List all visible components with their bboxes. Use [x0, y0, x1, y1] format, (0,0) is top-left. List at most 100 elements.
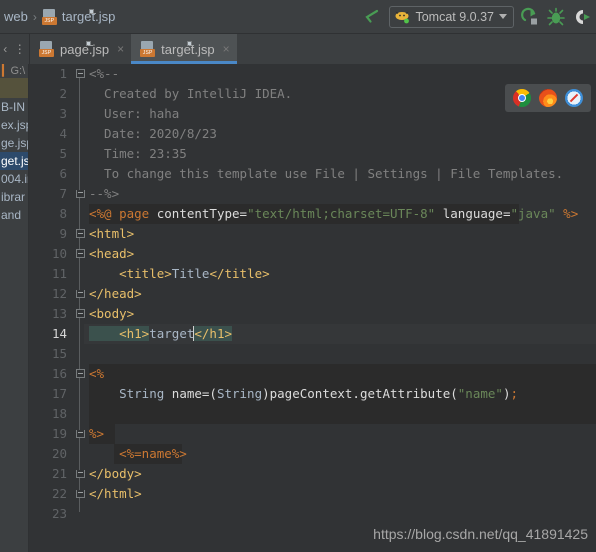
code-line[interactable]: 20 <%=name%>: [29, 444, 596, 464]
code-line[interactable]: 7 --%>: [29, 184, 596, 204]
code-line[interactable]: 12 </head>: [29, 284, 596, 304]
project-tree-item[interactable]: ibrar: [0, 188, 28, 206]
close-icon[interactable]: ×: [223, 43, 230, 55]
code-token: "name": [457, 386, 503, 401]
tab-page-jsp[interactable]: JSP page.jsp ×: [30, 34, 131, 64]
fold-collapse-icon[interactable]: [76, 369, 85, 378]
fold-end-icon[interactable]: [76, 470, 85, 478]
code-line[interactable]: 21 </body>: [29, 464, 596, 484]
code-token: <head>: [89, 246, 135, 261]
line-number: 1: [59, 66, 67, 81]
project-tree-item[interactable]: and: [0, 206, 28, 224]
code-token: </h1>: [194, 326, 233, 341]
editor-tabs: ‹ ⋮ JSP page.jsp × JSP target.jsp ×: [0, 34, 596, 64]
line-number: 23: [51, 506, 67, 521]
editor-lines[interactable]: 1 <%-- 2 Created by IntelliJ IDEA. 3 User: …: [29, 64, 596, 552]
code-editor[interactable]: 1 <%-- 2 Created by IntelliJ IDEA. 3 User: …: [29, 64, 596, 552]
code-text: %>: [89, 424, 104, 444]
code-token: contentType=: [149, 206, 248, 221]
open-in-safari-icon[interactable]: [565, 89, 583, 107]
fold-end-icon[interactable]: [76, 490, 85, 498]
code-line[interactable]: 14 <h1>target</h1>: [29, 324, 596, 344]
project-tree-item[interactable]: ex.jsp: [0, 116, 28, 134]
breadcrumb[interactable]: web › JSP target.jsp: [0, 0, 115, 33]
code-line[interactable]: 17 String name=(String)pageContext.getAt…: [29, 384, 596, 404]
code-token: "text/html;charset=UTF-8": [247, 206, 436, 221]
breadcrumb-project[interactable]: web: [4, 9, 28, 24]
line-number: 10: [51, 246, 67, 261]
debug-button[interactable]: [546, 7, 566, 27]
code-line[interactable]: 16 <%: [29, 364, 596, 384]
code-line[interactable]: 6 To change this template use File | Set…: [29, 164, 596, 184]
breadcrumb-separator: ›: [32, 9, 37, 24]
code-line[interactable]: 18: [29, 404, 596, 424]
tree-highlight-row: [0, 78, 28, 98]
run-with-coverage-button[interactable]: [572, 7, 592, 27]
tab-target-jsp[interactable]: JSP target.jsp ×: [131, 34, 237, 64]
jsp-block-background: [89, 404, 596, 424]
code-line[interactable]: 9 <html>: [29, 224, 596, 244]
line-number: 18: [51, 406, 67, 421]
fold-end-icon[interactable]: [76, 190, 85, 198]
code-line[interactable]: 19 %>: [29, 424, 596, 444]
code-text: </head>: [89, 284, 142, 304]
open-in-browser-bar: [505, 84, 591, 112]
open-in-chrome-icon[interactable]: [513, 89, 531, 107]
back-arrow-icon[interactable]: [361, 6, 383, 28]
fold-collapse-icon[interactable]: [76, 309, 85, 318]
tabs-left-controls[interactable]: ‹ ⋮: [0, 34, 30, 64]
toolbar-actions: Tomcat 9.0.37: [361, 5, 596, 28]
project-tree-item[interactable]: B-IN: [0, 98, 28, 116]
code-text: </body>: [89, 464, 142, 484]
project-tree-item[interactable]: 004.ir: [0, 170, 28, 188]
code-token: </head>: [89, 286, 142, 301]
line-number: 20: [51, 446, 67, 461]
tomcat-icon: [394, 10, 410, 24]
line-number: 3: [59, 106, 67, 121]
tabs-scroll-left-icon[interactable]: ‹: [3, 42, 7, 56]
code-line[interactable]: 13 <body>: [29, 304, 596, 324]
code-line[interactable]: 8 <%@ page contentType="text/html;charset…: [29, 204, 596, 224]
fold-collapse-icon[interactable]: [76, 69, 85, 78]
project-tree-item[interactable]: get.js: [0, 152, 28, 170]
code-token: User: haha: [89, 106, 180, 121]
open-in-firefox-icon[interactable]: [539, 89, 557, 107]
code-line[interactable]: 23: [29, 504, 596, 524]
code-line[interactable]: 11 <title>Title</title>: [29, 264, 596, 284]
jsp-file-icon: JSP: [140, 41, 195, 57]
jsp-file-icon: JSP: [39, 41, 93, 57]
code-token: name=(: [164, 386, 217, 401]
code-line[interactable]: 15: [29, 344, 596, 364]
code-token: --%>: [89, 186, 120, 201]
code-token: <%: [89, 366, 105, 381]
run-button[interactable]: [520, 7, 540, 27]
code-token: String: [89, 386, 165, 401]
project-tree[interactable]: B-INex.jspge.jspget.js004.iribrarand: [0, 98, 28, 224]
code-line[interactable]: 22 </html>: [29, 484, 596, 504]
code-text: <head>: [89, 244, 134, 264]
line-number: 7: [59, 186, 67, 201]
code-line[interactable]: 10 <head>: [29, 244, 596, 264]
code-token: <%=name%>: [89, 446, 187, 461]
code-token: <body>: [89, 306, 135, 321]
fold-collapse-icon[interactable]: [76, 229, 85, 238]
code-text: User: haha: [89, 104, 179, 124]
code-text: Time: 23:35: [89, 144, 187, 164]
close-icon[interactable]: ×: [117, 43, 124, 55]
code-text: <title>Title</title>: [89, 264, 270, 284]
code-line[interactable]: 4 Date: 2020/8/23: [29, 124, 596, 144]
code-token: String: [216, 386, 263, 401]
project-tool-window: ▎G:\ B-INex.jspge.jspget.js004.iribraran…: [0, 64, 29, 552]
code-line[interactable]: 1 <%--: [29, 64, 596, 84]
code-token: target: [149, 326, 195, 341]
fold-end-icon[interactable]: [76, 290, 85, 298]
code-text: <body>: [89, 304, 134, 324]
code-line[interactable]: 5 Time: 23:35: [29, 144, 596, 164]
tabs-menu-icon[interactable]: ⋮: [14, 42, 26, 56]
line-number: 16: [51, 366, 67, 381]
fold-collapse-icon[interactable]: [76, 249, 85, 258]
project-tree-item[interactable]: ge.jsp: [0, 134, 28, 152]
run-configuration-selector[interactable]: Tomcat 9.0.37: [389, 5, 514, 28]
fold-end-icon[interactable]: [76, 430, 85, 438]
chevron-down-icon[interactable]: [499, 14, 507, 19]
